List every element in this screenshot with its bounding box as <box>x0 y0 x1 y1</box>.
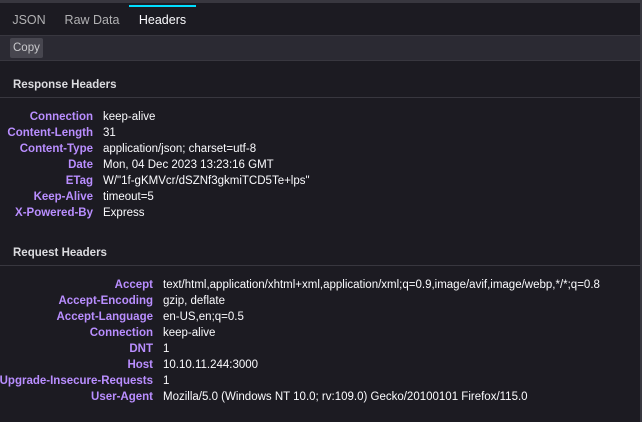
header-row: Accept-Language en-US,en;q=0.5 <box>0 309 642 325</box>
header-name: Connection <box>89 327 153 339</box>
header-name: Upgrade-Insecure-Requests <box>0 375 153 387</box>
header-row: User-Agent Mozilla/5.0 (Windows NT 10.0; … <box>0 389 642 405</box>
header-value: en-US,en;q=0.5 <box>163 311 244 323</box>
header-row: Upgrade-Insecure-Requests 1 <box>0 373 642 389</box>
header-value: Express <box>103 207 145 219</box>
top-border <box>0 0 642 3</box>
tab-bar: JSON Raw Data Headers <box>0 5 642 36</box>
header-value: Mon, 04 Dec 2023 13:23:16 GMT <box>103 159 274 171</box>
header-value: 10.10.11.244:3000 <box>163 359 259 371</box>
header-value: 1 <box>163 343 170 355</box>
header-row: DNT 1 <box>0 341 642 357</box>
header-value: application/json; charset=utf-8 <box>103 143 257 155</box>
header-name: ETag <box>65 175 93 187</box>
copy-button[interactable]: Copy <box>10 38 43 58</box>
response-headers-section: Response Headers <box>0 75 642 98</box>
header-name: User-Agent <box>91 391 153 403</box>
header-name: Accept-Language <box>56 311 154 323</box>
header-name: X-Powered-By <box>15 207 93 219</box>
header-value: 31 <box>103 127 116 139</box>
header-row: Content-Type application/json; charset=ut… <box>0 141 642 157</box>
tab-raw-data[interactable]: Raw Data <box>58 5 126 35</box>
header-row: Accept-Encoding gzip, deflate <box>0 293 642 309</box>
request-headers-section: Request Headers <box>0 243 642 266</box>
header-name: Content-Type <box>19 143 93 155</box>
header-row: Date Mon, 04 Dec 2023 13:23:16 GMT <box>0 157 642 173</box>
header-value: text/html,application/xhtml+xml,applicat… <box>163 279 600 291</box>
header-row: Host 10.10.11.244:3000 <box>0 357 642 373</box>
header-value: keep-alive <box>163 327 216 339</box>
header-value: gzip, deflate <box>163 295 226 307</box>
request-headers-title: Request Headers <box>13 247 107 259</box>
header-name: DNT <box>129 343 153 355</box>
header-name: Keep-Alive <box>33 191 93 203</box>
tab-headers[interactable]: Headers <box>129 5 196 35</box>
response-headers-title: Response Headers <box>13 79 117 91</box>
header-row: ETag W/"1f-gKMVcr/dSZNf3gkmiTCD5Te+lps" <box>0 173 642 189</box>
header-row: Connection keep-alive <box>0 109 642 125</box>
header-name: Accept <box>114 279 153 291</box>
header-value: W/"1f-gKMVcr/dSZNf3gkmiTCD5Te+lps" <box>103 175 310 187</box>
header-row: Connection keep-alive <box>0 325 642 341</box>
header-row: Keep-Alive timeout=5 <box>0 189 642 205</box>
json-viewer: JSON Raw Data Headers Copy Response Head… <box>0 0 642 422</box>
header-value: 1 <box>163 375 170 387</box>
tab-json[interactable]: JSON <box>5 5 53 35</box>
header-row: Content-Length 31 <box>0 125 642 141</box>
toolbar: Copy <box>0 36 642 61</box>
header-value: keep-alive <box>103 111 156 123</box>
header-name: Date <box>68 159 93 171</box>
header-row: X-Powered-By Express <box>0 205 642 221</box>
header-value: timeout=5 <box>103 191 154 203</box>
header-name: Accept-Encoding <box>58 295 153 307</box>
header-name: Content-Length <box>7 127 93 139</box>
header-value: Mozilla/5.0 (Windows NT 10.0; rv:109.0) … <box>163 391 528 403</box>
header-row: Accept text/html,application/xhtml+xml,ap… <box>0 277 642 293</box>
header-name: Host <box>127 359 153 371</box>
header-name: Connection <box>29 111 93 123</box>
